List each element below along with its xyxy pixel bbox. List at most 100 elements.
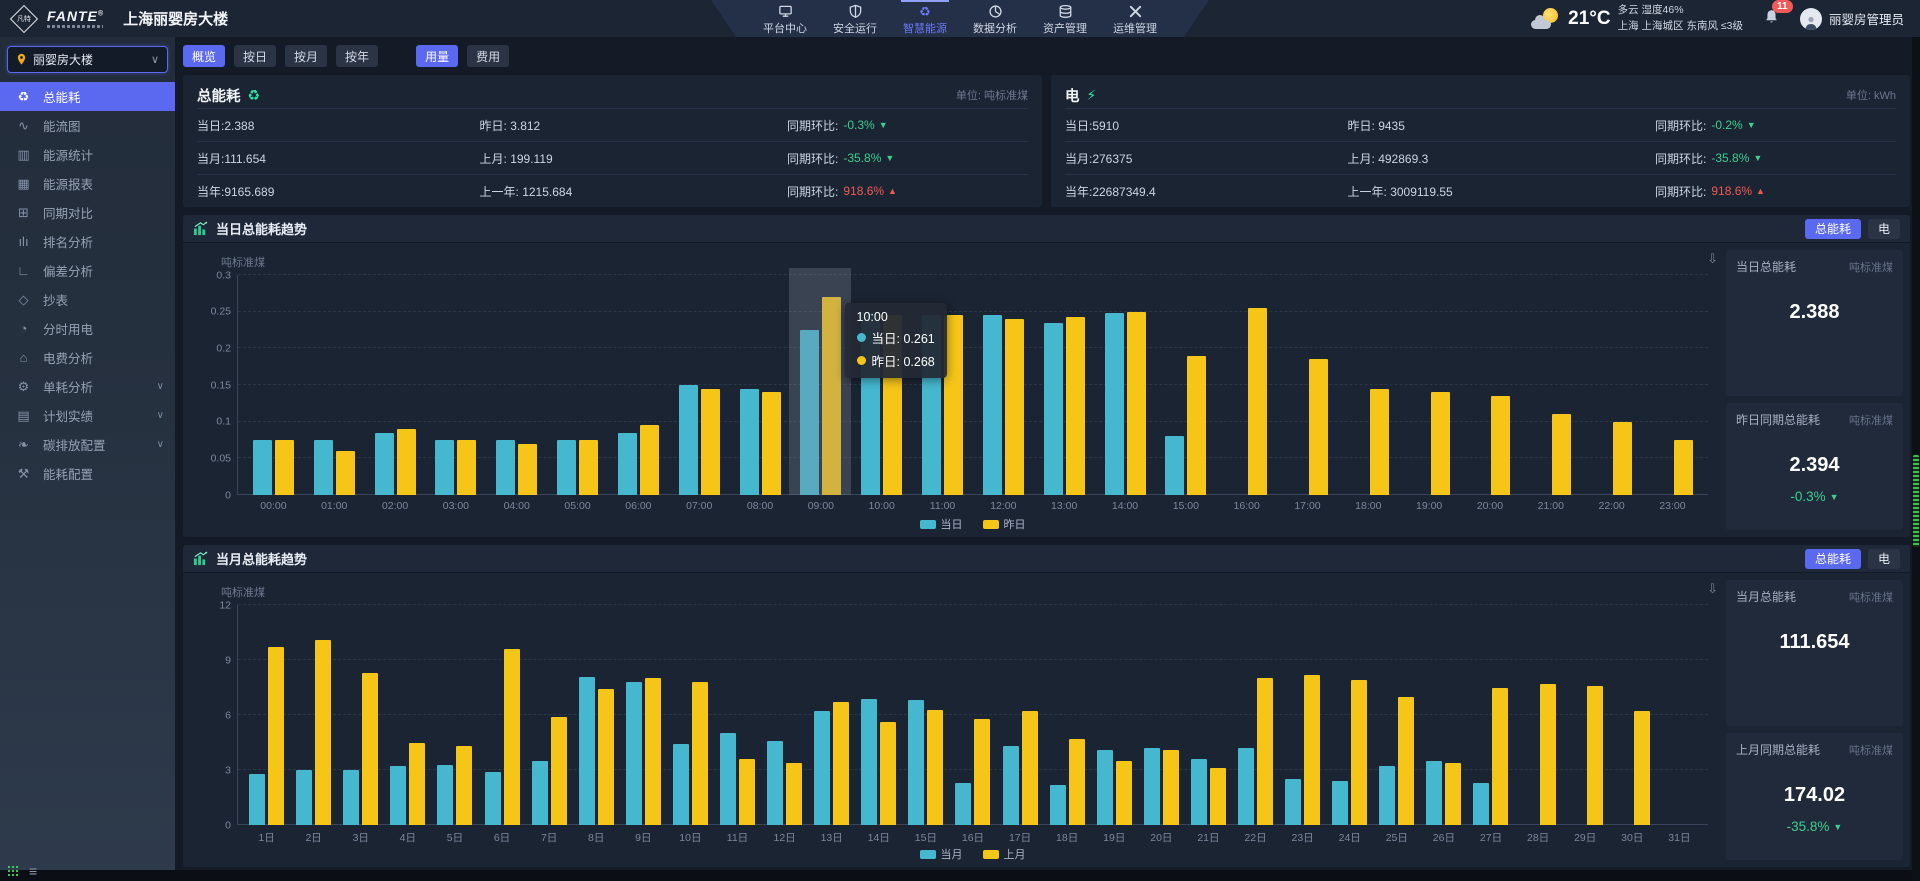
bar-group[interactable]: 16日 <box>949 605 996 825</box>
electricity-button[interactable]: 电 <box>1868 549 1900 569</box>
sidebar-item-energy-config[interactable]: ⚒能耗配置 <box>0 459 175 488</box>
nav-item-data-analysis[interactable]: 数据分析 <box>973 0 1017 37</box>
bar-group[interactable]: 13日 <box>808 605 855 825</box>
sidebar-item-ranking-analysis[interactable]: ılı排名分析 <box>0 227 175 256</box>
bar-group[interactable]: 29日 <box>1562 605 1609 825</box>
bar-group[interactable]: 7日 <box>526 605 573 825</box>
bar-昨日 <box>1431 392 1450 495</box>
sidebar-item-total-energy[interactable]: ♻总能耗 <box>0 82 175 111</box>
bar-当日 <box>679 385 698 495</box>
bar-group[interactable]: 27日 <box>1467 605 1514 825</box>
bar-group[interactable]: 6日 <box>478 605 525 825</box>
bar-group[interactable]: 11日 <box>714 605 761 825</box>
building-tree-select[interactable]: 丽婴房大楼 ∨ <box>7 46 168 73</box>
bar-group[interactable]: 24日 <box>1326 605 1373 825</box>
bar-group[interactable]: 19日 <box>1091 605 1138 825</box>
bar-group[interactable]: 16:00 <box>1216 275 1277 495</box>
total-energy-button[interactable]: 总能耗 <box>1805 219 1861 239</box>
bar-group[interactable]: 10日 <box>667 605 714 825</box>
mode-tab[interactable]: 费用 <box>467 45 509 67</box>
page-scrollbar[interactable] <box>1912 37 1920 881</box>
mode-tab[interactable]: 用量 <box>416 45 458 67</box>
sidebar-item-energy-statistics[interactable]: ▥能源统计 <box>0 140 175 169</box>
bar-group[interactable]: 12日 <box>761 605 808 825</box>
download-icon[interactable]: ⇩ <box>1707 251 1718 267</box>
bar-group[interactable]: 15:00 <box>1155 275 1216 495</box>
period-tab[interactable]: 按月 <box>285 45 327 67</box>
sidebar-item-energy-report[interactable]: ▦能源报表 <box>0 169 175 198</box>
nav-item-asset-management[interactable]: 资产管理 <box>1043 0 1087 37</box>
sidebar-item-energy-flow[interactable]: ∿能流图 <box>0 111 175 140</box>
sidebar-item-meter-reading[interactable]: ◇抄表 <box>0 285 175 314</box>
bar-group[interactable]: 00:00 <box>243 275 304 495</box>
bar-group[interactable]: 01:00 <box>304 275 365 495</box>
sidebar-item-electricity-fee-analysis[interactable]: ⌂电费分析 <box>0 343 175 372</box>
legend-item[interactable]: 昨日 <box>983 516 1026 532</box>
bar-group[interactable]: 5日 <box>431 605 478 825</box>
electricity-button[interactable]: 电 <box>1868 219 1900 239</box>
bar-group[interactable]: 06:00 <box>608 275 669 495</box>
bar-group[interactable]: 04:00 <box>486 275 547 495</box>
sidebar-item-time-of-use-power[interactable]: ◔分时用电 <box>0 314 175 343</box>
bar-group[interactable]: 28日 <box>1515 605 1562 825</box>
bar-group[interactable]: 19:00 <box>1399 275 1460 495</box>
ranking-analysis-icon: ılı <box>15 234 32 249</box>
sidebar-item-carbon-emission-config[interactable]: ❧碳排放配置∨ <box>0 430 175 459</box>
period-tab[interactable]: 按年 <box>336 45 378 67</box>
grid-dots-icon[interactable] <box>7 865 20 878</box>
period-tab[interactable]: 按日 <box>234 45 276 67</box>
menu-toggle-icon[interactable]: ≡ <box>29 864 37 878</box>
bar-group[interactable]: 2日 <box>290 605 337 825</box>
total-energy-button[interactable]: 总能耗 <box>1805 549 1861 569</box>
bar-group[interactable]: 14:00 <box>1095 275 1156 495</box>
nav-item-platform-center[interactable]: 平台中心 <box>763 0 807 37</box>
bar-group[interactable]: 31日 <box>1656 605 1703 825</box>
bar-group[interactable]: 23日 <box>1279 605 1326 825</box>
bar-group[interactable]: 13:00 <box>1034 275 1095 495</box>
bar-group[interactable]: 20日 <box>1138 605 1185 825</box>
bar-group[interactable]: 03:00 <box>425 275 486 495</box>
user-menu[interactable]: 丽婴房管理员 <box>1800 8 1904 30</box>
bar-group[interactable]: 8日 <box>573 605 620 825</box>
legend-item[interactable]: 当日 <box>920 516 963 532</box>
bar-group[interactable]: 05:00 <box>547 275 608 495</box>
bar-group[interactable]: 02:00 <box>365 275 426 495</box>
bar-group[interactable]: 18日 <box>1044 605 1091 825</box>
bar-group[interactable]: 23:00 <box>1642 275 1703 495</box>
sidebar-item-plan-vs-actual[interactable]: ▤计划实绩∨ <box>0 401 175 430</box>
bar-group[interactable]: 14日 <box>855 605 902 825</box>
bar-group[interactable]: 1日 <box>243 605 290 825</box>
bar-上月 <box>1445 763 1461 825</box>
nav-item-smart-energy[interactable]: ♻智慧能源 <box>903 0 947 37</box>
bar-group[interactable]: 22:00 <box>1581 275 1642 495</box>
bar-group[interactable]: 9日 <box>620 605 667 825</box>
bar-group[interactable]: 15日 <box>902 605 949 825</box>
sidebar-item-unit-consumption-analysis[interactable]: ⚙单耗分析∨ <box>0 372 175 401</box>
sidebar-item-period-comparison[interactable]: ⊞同期对比 <box>0 198 175 227</box>
bar-group[interactable]: 22日 <box>1232 605 1279 825</box>
bar-group[interactable]: 26日 <box>1420 605 1467 825</box>
bar-group[interactable]: 30日 <box>1609 605 1656 825</box>
bar-group[interactable]: 3日 <box>337 605 384 825</box>
bar-group[interactable]: 12:00 <box>973 275 1034 495</box>
sidebar-item-deviation-analysis[interactable]: ∟偏差分析 <box>0 256 175 285</box>
bar-group[interactable]: 17日 <box>997 605 1044 825</box>
download-icon[interactable]: ⇩ <box>1707 581 1718 597</box>
bar-group[interactable]: 20:00 <box>1460 275 1521 495</box>
bar-group[interactable]: 4日 <box>384 605 431 825</box>
legend-item[interactable]: 上月 <box>983 846 1026 862</box>
bar-group[interactable]: 17:00 <box>1277 275 1338 495</box>
plot-area: 0369121日2日3日4日5日6日7日8日9日10日11日12日13日14日1… <box>237 605 1708 825</box>
nav-item-safe-operation[interactable]: 安全运行 <box>833 0 877 37</box>
scrollbar-thumb[interactable] <box>1913 455 1919 547</box>
bar-group[interactable]: 21:00 <box>1520 275 1581 495</box>
bar-group[interactable]: 18:00 <box>1338 275 1399 495</box>
nav-item-operation-maintenance[interactable]: 运维管理 <box>1113 0 1157 37</box>
bar-group[interactable]: 07:00 <box>669 275 730 495</box>
legend-item[interactable]: 当月 <box>920 846 963 862</box>
bar-group[interactable]: 25日 <box>1373 605 1420 825</box>
bar-group[interactable]: 21日 <box>1185 605 1232 825</box>
period-tab[interactable]: 概览 <box>183 45 225 67</box>
bar-group[interactable]: 08:00 <box>730 275 791 495</box>
notifications-button[interactable]: 11 <box>1763 8 1780 29</box>
